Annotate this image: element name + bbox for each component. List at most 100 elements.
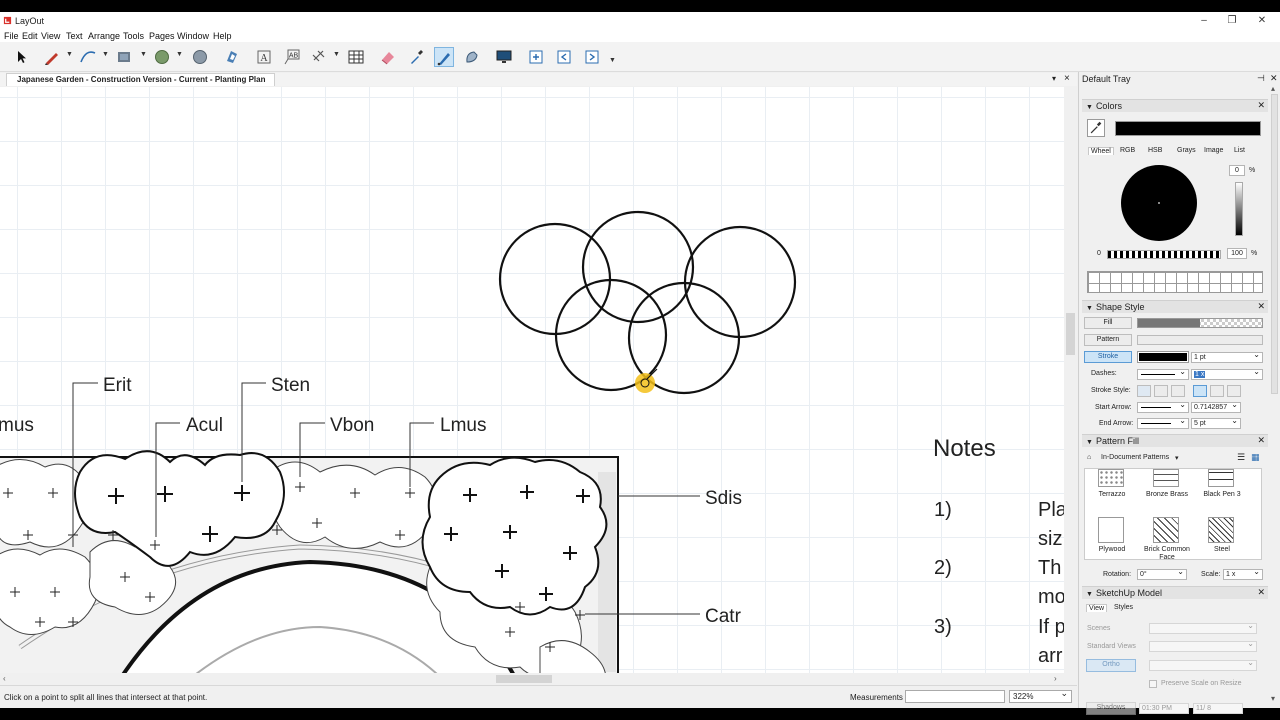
plant-label-acul[interactable]: Acul [186,415,223,436]
tab-list[interactable]: List [1234,147,1245,154]
pattern-bronze-brass[interactable] [1153,469,1179,487]
split-tool-button[interactable] [434,47,454,67]
menu-arrange[interactable]: Arrange [88,31,120,41]
plant-label-erit[interactable]: Erit [103,375,132,396]
dash-pattern-select[interactable] [1137,367,1189,380]
tab-wheel[interactable]: Wheel [1088,147,1114,155]
arc-tool-dropdown[interactable]: ▼ [102,51,109,58]
tray-scroll-down-icon[interactable]: ▾ [1271,694,1275,703]
ortho-toggle-button[interactable]: Ortho [1086,659,1136,672]
start-arrow-size-select[interactable]: 0.7142857 [1191,400,1241,413]
restore-button[interactable]: ❐ [1218,13,1246,28]
rectangle-tool-dropdown[interactable]: ▼ [140,51,147,58]
shape-style-panel-header[interactable]: ▼ Shape Style ✕ [1082,300,1268,313]
label-tool-button[interactable]: AB [282,47,302,67]
standard-views-select[interactable] [1149,639,1257,652]
cap-flat-button[interactable] [1193,385,1207,397]
stroke-color-swatch[interactable] [1137,351,1189,363]
shadow-date-input[interactable]: 11/ 8 [1193,703,1243,714]
color-favorites-grid[interactable] [1087,271,1263,293]
menu-window[interactable]: Window [177,31,209,41]
scroll-left-arrow-icon[interactable]: ‹ [3,674,6,683]
join-round-button[interactable] [1154,385,1168,397]
sketchup-model-panel-header[interactable]: ▼ SketchUp Model ✕ [1082,586,1268,599]
toolbar-overflow-dropdown[interactable]: ▼ [609,57,616,64]
join-tool-button[interactable] [462,47,482,67]
menu-pages[interactable]: Pages [149,31,175,41]
circle-shapes[interactable] [498,210,797,395]
tab-list-dropdown[interactable]: ▾ [1052,74,1056,83]
vertical-scroll-thumb[interactable] [1066,313,1075,355]
next-page-button[interactable] [582,47,602,67]
circle-tool-button[interactable] [152,47,172,67]
scenes-select[interactable] [1149,621,1257,634]
close-window-button[interactable]: ✕ [1248,13,1276,28]
color-wheel[interactable] [1121,165,1197,241]
sketchup-model-close-icon[interactable]: ✕ [1257,587,1265,598]
start-arrow-select[interactable] [1137,400,1189,413]
pattern-swatch[interactable] [1137,335,1263,345]
shape-style-close-icon[interactable]: ✕ [1257,301,1265,312]
fill-toggle-button[interactable]: Fill [1084,317,1132,329]
pattern-terrazzo[interactable] [1098,469,1124,487]
stroke-weight-select[interactable]: 1 pt [1191,350,1263,363]
presentation-button[interactable] [494,47,514,67]
pattern-toggle-button[interactable]: Pattern [1084,334,1132,346]
collection-dropdown-icon[interactable]: ▾ [1175,454,1179,462]
notes-title[interactable]: Notes [933,435,996,462]
plant-label-sten[interactable]: Sten [271,375,310,396]
list-view-icon[interactable]: ☰ [1237,452,1245,463]
polygon-tool-button[interactable] [190,47,210,67]
select-tool-button[interactable] [11,47,31,67]
colors-panel-header[interactable]: ▼ Colors ✕ [1082,99,1268,112]
tray-close-icon[interactable]: ✕ [1270,73,1278,84]
tray-scrollbar[interactable]: ▴ ▾ [1269,84,1280,708]
menu-tools[interactable]: Tools [123,31,144,41]
cap-square-button[interactable] [1227,385,1241,397]
join-miter-button[interactable] [1137,385,1151,397]
horizontal-scroll-thumb[interactable] [496,675,552,683]
pattern-brick-common-face[interactable] [1153,517,1179,543]
document-tab[interactable]: Japanese Garden - Construction Version -… [6,73,275,86]
brightness-input[interactable]: 0 [1229,165,1245,176]
table-tool-button[interactable] [346,47,366,67]
end-arrow-size-select[interactable]: 5 pt [1191,416,1241,429]
rotation-select[interactable]: 0° [1137,567,1187,580]
ortho-scale-select[interactable] [1149,658,1257,671]
style-tool-button[interactable] [406,47,426,67]
plant-label-vbon[interactable]: Vbon [330,415,374,436]
home-icon[interactable]: ⌂ [1087,454,1091,461]
scroll-right-arrow-icon[interactable]: › [1054,674,1057,683]
zoom-dropdown[interactable]: 322% [1009,688,1072,703]
tray-scroll-thumb[interactable] [1271,94,1278,394]
canvas-horizontal-scrollbar[interactable]: ‹ › [0,673,1064,685]
menu-text[interactable]: Text [66,31,83,41]
stroke-toggle-button[interactable]: Stroke [1084,351,1132,363]
tab-hsb[interactable]: HSB [1148,147,1162,154]
tray-scroll-up-icon[interactable]: ▴ [1271,84,1275,93]
circle-tool-dropdown[interactable]: ▼ [176,51,183,58]
text-tool-button[interactable]: A [254,47,274,67]
rectangle-tool-button[interactable] [114,47,134,67]
minimize-button[interactable]: – [1190,13,1218,28]
close-document-button[interactable]: × [1064,73,1070,84]
menu-edit[interactable]: Edit [22,31,38,41]
drawing-canvas[interactable]: Erit Sten mus Acul Vbon Lmus Sdis Catr N… [0,87,1064,673]
dimension-tool-button[interactable] [310,47,330,67]
pattern-plywood[interactable] [1098,517,1124,543]
color-wheel-picker[interactable] [1158,202,1160,204]
line-tool-button[interactable] [42,47,62,67]
end-arrow-select[interactable] [1137,416,1189,429]
tab-image[interactable]: Image [1204,147,1223,154]
preserve-scale-checkbox[interactable] [1149,680,1157,688]
measurements-input[interactable] [905,690,1005,703]
join-bevel-button[interactable] [1171,385,1185,397]
shadows-toggle-button[interactable]: Shadows [1086,702,1136,715]
scale-select[interactable]: 1 x [1223,567,1263,580]
offset-tool-button[interactable] [222,47,242,67]
pattern-fill-close-icon[interactable]: ✕ [1257,435,1265,446]
pattern-collection-select[interactable]: In-Document Patterns [1101,454,1169,461]
grid-view-icon[interactable]: ▦ [1251,452,1260,463]
plant-label-mus[interactable]: mus [0,415,34,436]
dimension-tool-dropdown[interactable]: ▼ [333,51,340,58]
